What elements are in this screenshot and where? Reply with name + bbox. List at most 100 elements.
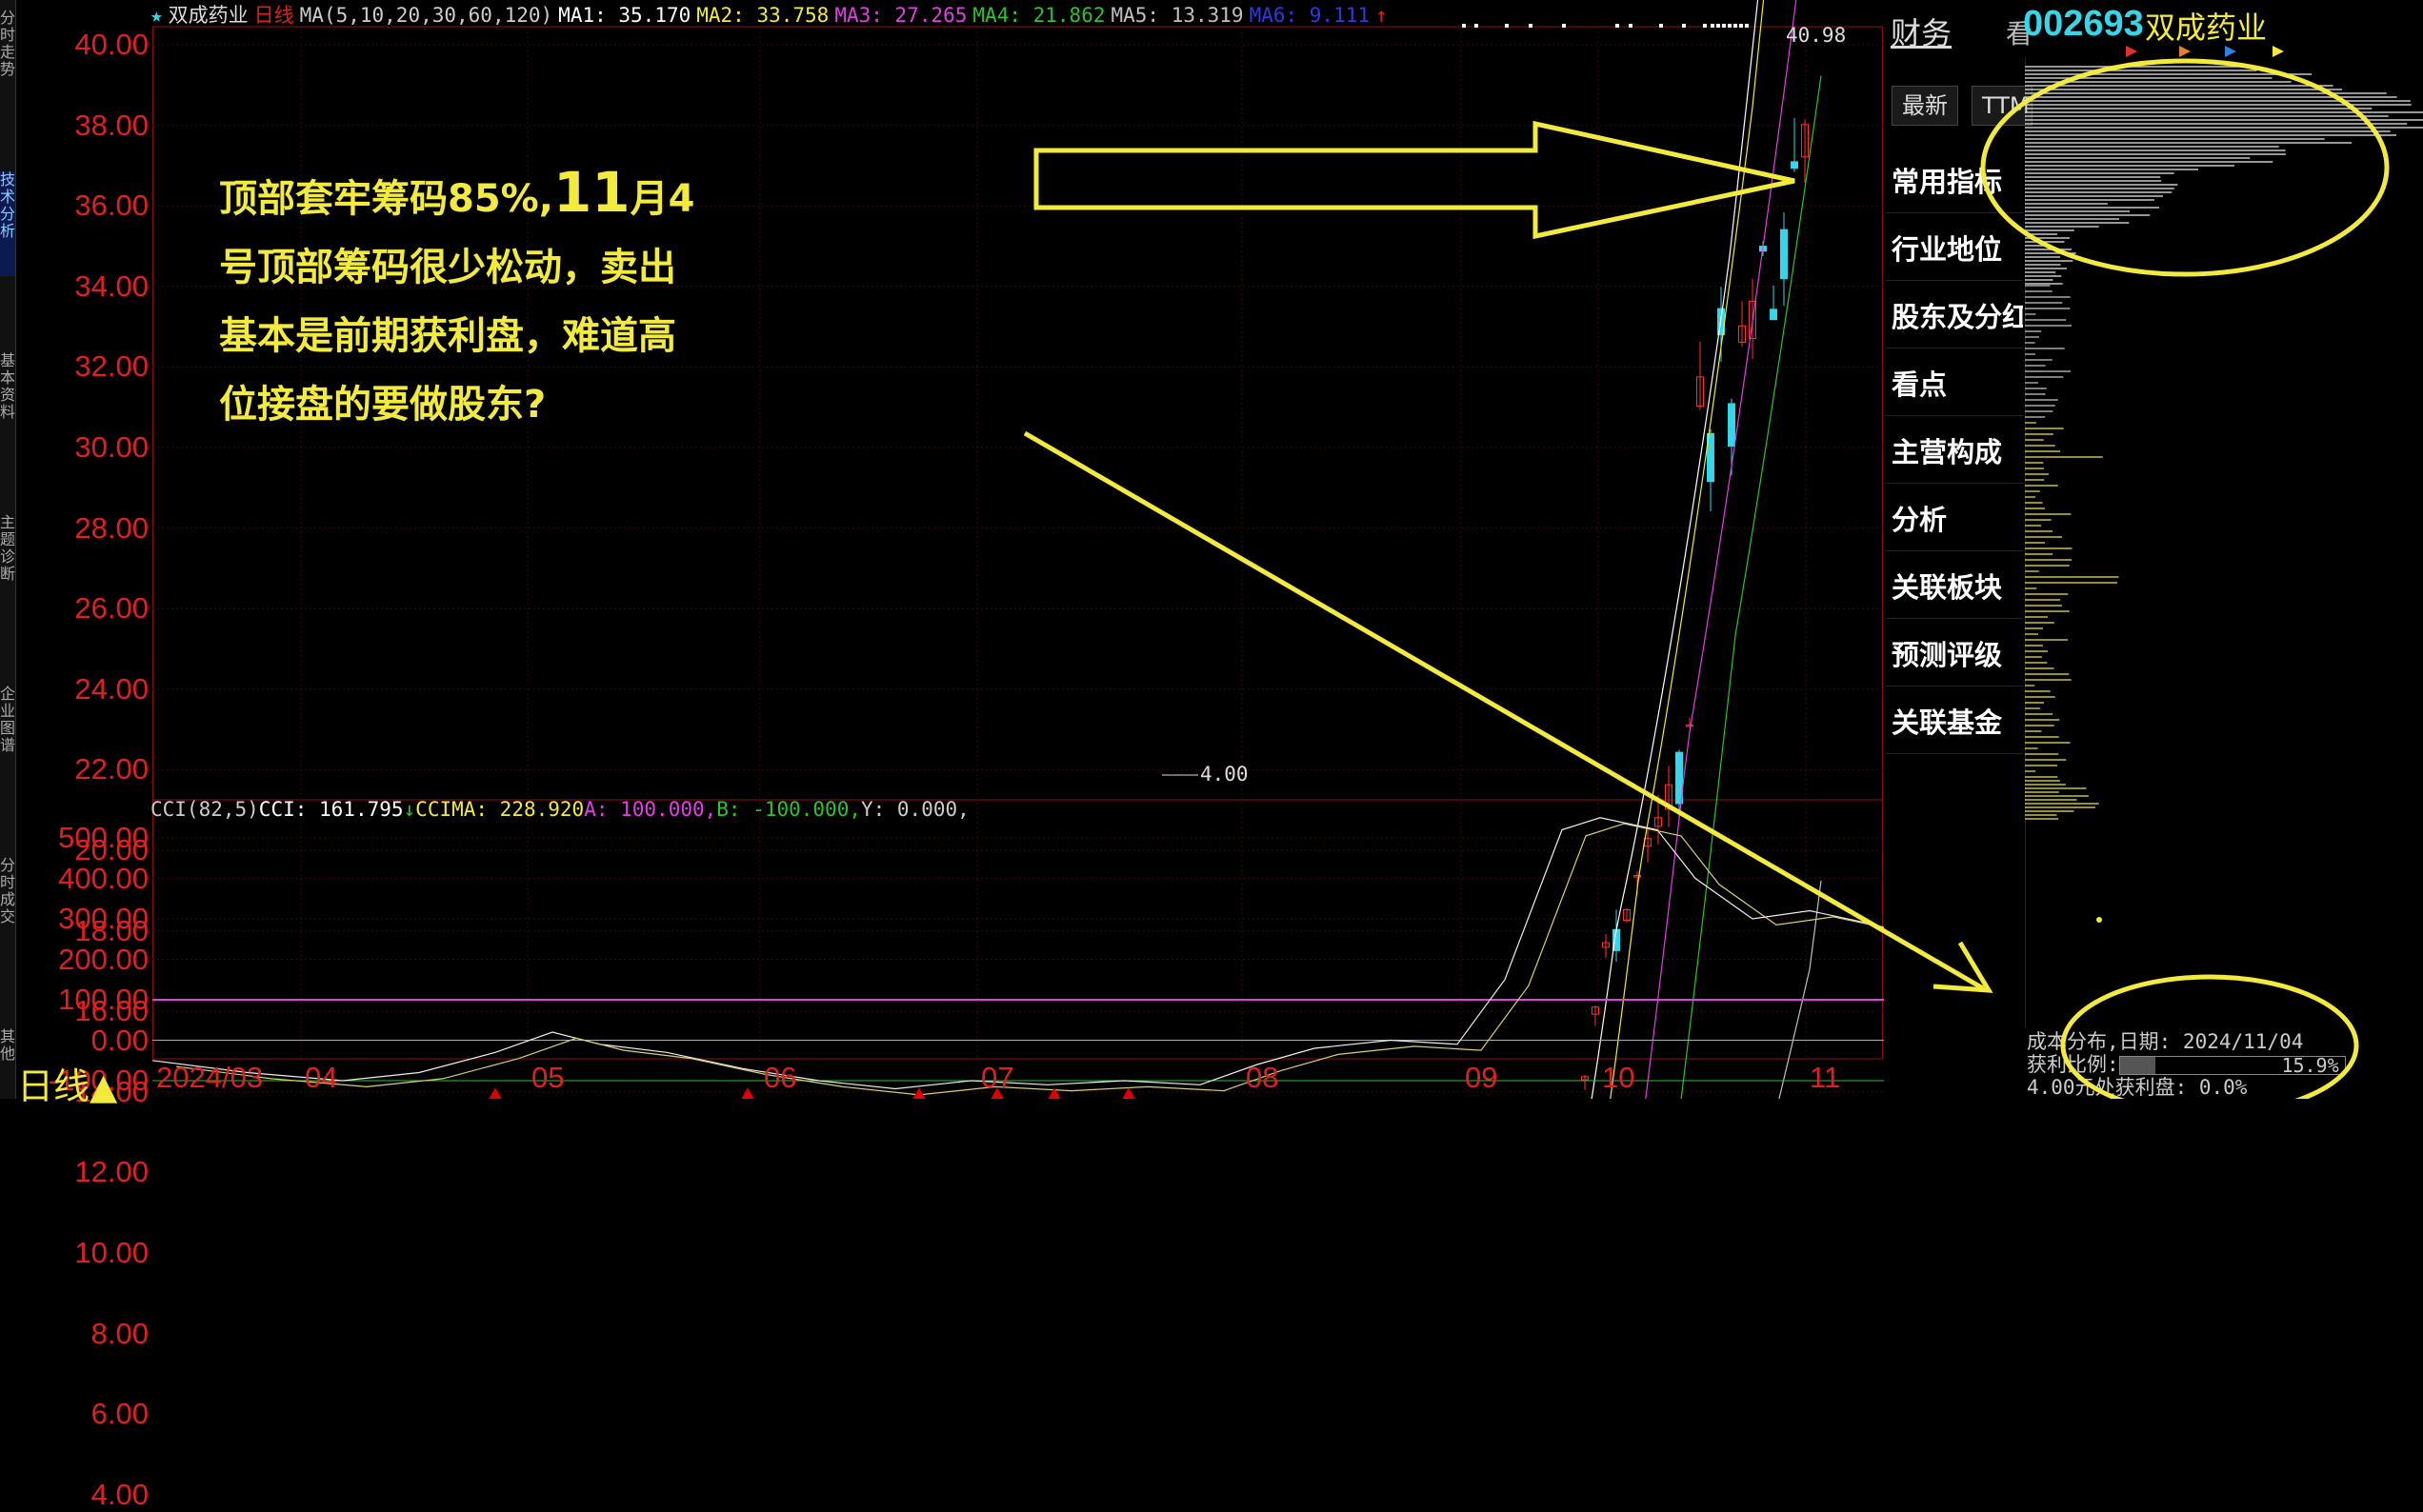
- chip-title: 成本分布,日期: 2024/11/04: [2027, 1030, 2304, 1053]
- price-tick-label: 12.00: [74, 1155, 149, 1189]
- tab-ttm[interactable]: TTM: [1972, 86, 2033, 126]
- finance-title[interactable]: 财务: [1891, 10, 1952, 53]
- chip-flag-icon: [2273, 46, 2284, 57]
- favorite-star-icon[interactable]: ★: [150, 4, 163, 27]
- info-menu: 常用指标 行业地位 股东及分红 看点 主营构成 分析 关联板块 预测评级 关联基金: [1886, 0, 2025, 1099]
- chip-price-dot: [2096, 917, 2102, 923]
- cci-tick-label: 300.00: [58, 902, 149, 935]
- price-tick-label: 4.00: [90, 1477, 149, 1511]
- price-tick-label: 26.00: [74, 591, 149, 626]
- date-tick-label: 04: [305, 1061, 338, 1094]
- tab-tick-trades[interactable]: 分时成交: [0, 857, 15, 952]
- cci-b-value: B: -100.000,: [716, 798, 861, 821]
- event-dot: [1703, 24, 1707, 28]
- legend-ma1: MA1: 35.170: [558, 4, 691, 27]
- event-dot: [1529, 24, 1532, 28]
- price-tick-label: 10.00: [74, 1236, 149, 1269]
- legend-ma4: MA4: 21.862: [972, 4, 1106, 27]
- chip-partial-row: 4.00元处获利盘: 0.0%: [2027, 1076, 2248, 1099]
- cci-params: CCI(82,5): [150, 798, 259, 821]
- profit-bar: 15.9%: [2118, 1054, 2346, 1076]
- price-tick-label: 28.00: [74, 510, 149, 545]
- tab-basic-info[interactable]: 基本资料: [0, 352, 15, 448]
- event-dot: [1739, 24, 1743, 28]
- cci-pane-frame: [152, 799, 1883, 1060]
- price-tick-label: 38.00: [74, 108, 149, 142]
- event-dot: [1722, 24, 1726, 28]
- event-dot: [1562, 24, 1566, 28]
- date-tick-label: 10: [1602, 1061, 1635, 1094]
- menu-item[interactable]: 股东及分红: [1886, 286, 2023, 348]
- candle-body: [1770, 308, 1777, 321]
- high-price-label: 40.98: [1786, 24, 1846, 47]
- annotation-line-1a: 顶部套牢筹码85%,: [219, 177, 553, 221]
- price-axis: 40.00 38.00 36.00 34.00 32.00 30.00 28.00 26.00…: [17, 0, 152, 1511]
- menu-item[interactable]: 关联板块: [1886, 556, 2023, 619]
- menu-item[interactable]: 预测评级: [1886, 624, 2023, 686]
- menu-item[interactable]: 关联基金: [1886, 691, 2023, 754]
- menu-item[interactable]: 分析: [1886, 488, 2023, 551]
- menu-item[interactable]: 行业地位: [1886, 218, 2023, 281]
- cci-a-value: A: 100.000,: [584, 798, 717, 821]
- chip-flag-icon: [2179, 46, 2191, 57]
- left-tab-bar: 分时走势 技术分析 基本资料 主题诊断 企业图谱 分时成交 其他: [0, 0, 16, 1099]
- profit-row: 获利比例: 15.9%: [2027, 1053, 2417, 1076]
- tab-intraday[interactable]: 分时走势: [0, 10, 15, 105]
- menu-item[interactable]: 看点: [1886, 353, 2023, 416]
- date-tick-label: 2024/03: [156, 1061, 264, 1094]
- cci-tick-label: 0.00: [90, 1023, 149, 1057]
- legend-ma5: MA5: 13.319: [1111, 4, 1244, 27]
- price-tick-label: 32.00: [74, 349, 149, 384]
- menu-item[interactable]: 主营构成: [1886, 421, 2023, 484]
- date-tick-label: 08: [1246, 1061, 1279, 1094]
- event-dot: [1629, 24, 1632, 28]
- cci-y-value: Y: 0.000,: [860, 798, 970, 821]
- chip-flag-icon: [2225, 46, 2236, 57]
- annotation-line-3: 基本是前期获利盘，难道高: [219, 314, 676, 358]
- ma-legend: ★ 双成药业 日线 MA(5,10,20,30,60,120) MA1: 35.170 M…: [150, 0, 1393, 27]
- price-tick-label: 22.00: [74, 752, 149, 786]
- event-dot: [1682, 24, 1686, 28]
- event-dot: [1728, 24, 1732, 28]
- price-tick-label: 34.00: [74, 269, 149, 303]
- date-tick-label: 11: [1810, 1061, 1841, 1094]
- event-dot: [1711, 24, 1714, 28]
- date-tick-label: 09: [1465, 1061, 1498, 1094]
- menu-item[interactable]: 常用指标: [1886, 150, 2023, 213]
- profit-value: 15.9%: [2281, 1054, 2339, 1076]
- tab-latest[interactable]: 最新: [1892, 86, 1958, 126]
- event-dot: [1733, 24, 1737, 28]
- tab-topic-diagnosis[interactable]: 主题诊断: [0, 514, 15, 609]
- tab-other[interactable]: 其他: [0, 1028, 15, 1085]
- chip-info: 成本分布,日期: 2024/11/04 获利比例: 15.9% 4.00元处获利盘…: [2027, 1030, 2417, 1099]
- annotation-line-1: 顶部套牢筹码85%,11月4: [219, 158, 752, 233]
- cci-legend: CCI(82,5)CCI: 161.795↓CCIMA: 228.920A: 1…: [150, 798, 970, 825]
- legend-ma3: MA3: 27.265: [834, 4, 968, 27]
- legend-period: 日线: [253, 4, 294, 27]
- tab-technical-analysis[interactable]: 技术分析: [0, 171, 15, 276]
- cci-tick-label: 500.00: [58, 821, 149, 854]
- price-tick-label: 6.00: [90, 1397, 149, 1431]
- annotation-line-1c: 月4: [630, 177, 695, 221]
- annotation-line-2: 号顶部筹码很少松动，卖出: [219, 246, 676, 289]
- tab-company-graph[interactable]: 企业图谱: [0, 686, 15, 781]
- date-tick-label: 05: [531, 1061, 565, 1094]
- legend-ma6: MA6: 9.111: [1249, 4, 1370, 27]
- chip-distribution-panel: [2024, 0, 2423, 1099]
- annotation-text: 顶部套牢筹码85%,11月4 号顶部筹码很少松动，卖出 基本是前期获利盘，难道高…: [219, 158, 752, 439]
- annotation-line-4: 位接盘的要做股东?: [219, 383, 547, 427]
- price-tick-label: 8.00: [90, 1316, 149, 1350]
- period-switch[interactable]: 日线▲: [17, 1057, 117, 1109]
- price-tick-label: 36.00: [74, 189, 149, 223]
- event-dot: [1462, 24, 1466, 28]
- event-dot: [1615, 24, 1619, 28]
- cci-tick-label: 100.00: [58, 983, 149, 1016]
- date-tick-label: 07: [981, 1061, 1014, 1094]
- price-tick-label: 30.00: [74, 430, 149, 464]
- cci-tick-label: 200.00: [58, 942, 149, 976]
- date-tick-label: 06: [764, 1061, 797, 1094]
- cci-line: [152, 817, 1884, 1090]
- event-dot: [1745, 24, 1749, 28]
- cci-axis: 500.00 400.00 300.00 200.00 100.00 0.00 -100.0…: [17, 800, 152, 1097]
- legend-arrow: ↑: [1375, 4, 1388, 27]
